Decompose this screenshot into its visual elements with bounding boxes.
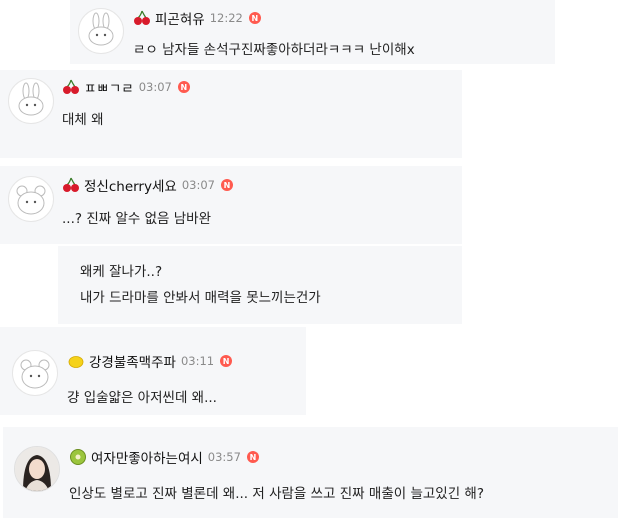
comment-text: 걍 입술얇은 아저씬데 왜... xyxy=(67,390,217,406)
bear-avatar-icon xyxy=(20,359,50,389)
timestamp: 03:07 xyxy=(138,80,172,94)
cherry-icon xyxy=(63,79,79,94)
comment-text: 인상도 별로고 진짜 별론데 왜... 저 사람을 쓰고 진짜 매출이 늘고있긴… xyxy=(69,486,485,502)
nickname[interactable]: 강경불족맥주파 xyxy=(89,351,176,371)
comment-header: ㅍㅃㄱㄹ 03:07 N xyxy=(62,77,190,97)
new-badge: N xyxy=(248,12,261,24)
new-badge: N xyxy=(177,81,190,93)
comment-text: ...? 진짜 알수 없음 남바완 xyxy=(62,211,211,227)
timestamp: 03:11 xyxy=(180,354,215,368)
timestamp: 03:57 xyxy=(207,450,241,464)
avatar[interactable] xyxy=(12,350,58,396)
bunny-avatar-icon xyxy=(88,12,114,46)
comment-card xyxy=(58,246,462,324)
timestamp: 03:07 xyxy=(181,178,215,192)
cherry-icon xyxy=(63,177,79,192)
avatar[interactable] xyxy=(8,176,54,222)
nickname[interactable]: ㅍㅃㄱㄹ xyxy=(84,77,134,97)
new-badge: N xyxy=(220,179,233,191)
comment-card xyxy=(3,427,618,518)
bunny-avatar-icon xyxy=(18,82,44,116)
kiwi-icon xyxy=(70,449,86,465)
nickname[interactable]: 여자만좋아하는여시 xyxy=(91,447,203,467)
comment-text: 왜케 잘나가..? xyxy=(80,264,163,280)
cherry-icon xyxy=(134,10,150,25)
comment-text: 내가 드라마를 안봐서 매력을 못느끼는건가 xyxy=(80,290,321,306)
bear-avatar-icon xyxy=(16,185,46,215)
new-badge: N xyxy=(220,355,233,367)
avatar[interactable] xyxy=(8,78,54,124)
comment-header: 피곤혀유 12:22 N xyxy=(133,8,261,28)
nickname[interactable]: 정신cherry세요 xyxy=(84,175,177,195)
timestamp: 12:22 xyxy=(209,11,243,25)
nickname[interactable]: 피곤혀유 xyxy=(155,8,205,28)
comment-text: ㄹㅇ 남자들 손석구진짜좋아하더라ㅋㅋㅋ 난이해x xyxy=(133,42,415,58)
comment-header: 정신cherry세요 03:07 N xyxy=(62,175,233,195)
lemon-icon xyxy=(68,356,84,368)
avatar[interactable] xyxy=(14,446,60,492)
comment-header: 여자만좋아하는여시 03:57 N xyxy=(69,447,259,467)
comment-header: 강경불족맥주파 03:11 N xyxy=(67,351,233,371)
comment-text: 대체 왜 xyxy=(62,112,104,128)
profile-photo-icon xyxy=(15,447,59,491)
new-badge: N xyxy=(246,451,259,463)
avatar[interactable] xyxy=(78,8,124,54)
